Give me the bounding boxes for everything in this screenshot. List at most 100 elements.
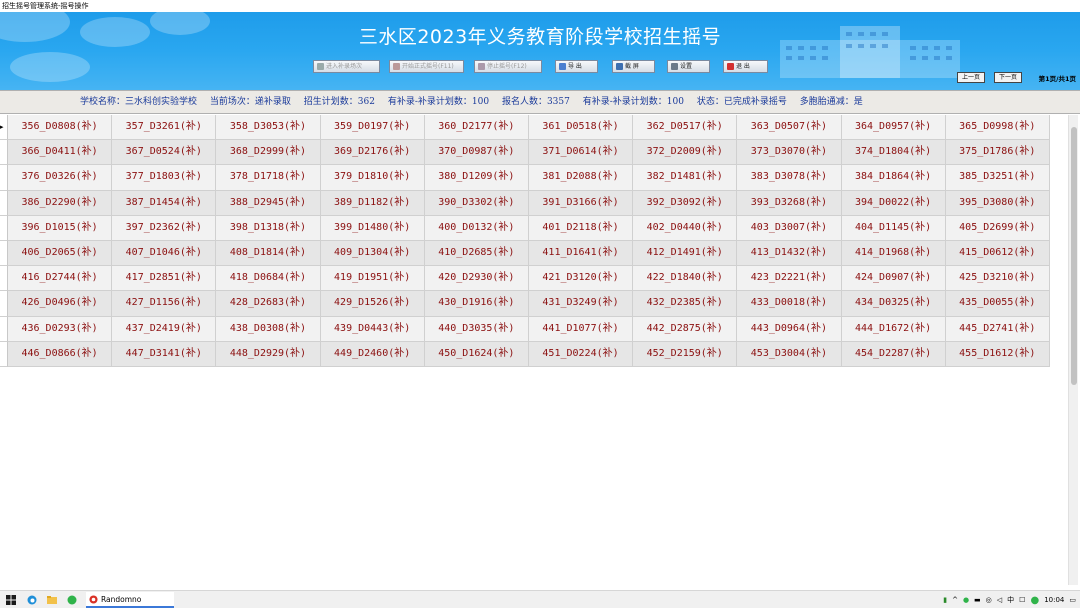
result-cell[interactable]: 371_D0614(补) [528, 140, 634, 166]
result-cell[interactable]: 357_D3261(补) [112, 115, 217, 141]
result-cell[interactable]: 373_D3070(补) [737, 140, 842, 166]
result-cell[interactable]: 409_D1304(补) [320, 240, 425, 267]
result-cell[interactable]: 403_D3007(补) [737, 215, 842, 241]
table-row[interactable]: 396_D1015(补) 397_D2362(补) 398_D1318(补) 399_… [0, 215, 1050, 241]
result-cell[interactable]: 377_D1803(补) [112, 165, 217, 191]
result-cell[interactable]: 387_D1454(补) [112, 190, 217, 216]
result-cell[interactable]: 364_D0957(补) [841, 115, 946, 141]
exit-button[interactable]: 退 出 [723, 60, 768, 73]
start-draw-button[interactable]: 开始正式摇号(F11) [389, 60, 464, 73]
wechat-icon[interactable] [67, 595, 77, 605]
chevron-up-icon[interactable]: ^ [952, 596, 958, 604]
result-cell[interactable]: 420_D2930(补) [424, 266, 529, 292]
result-cell[interactable]: 451_D0224(补) [528, 341, 634, 367]
result-cell[interactable]: 430_D1916(补) [424, 291, 529, 317]
enter-supplement-button[interactable]: 进入补录场次 [313, 60, 380, 73]
result-cell[interactable]: 433_D0018(补) [737, 291, 842, 317]
result-cell[interactable]: 428_D2683(补) [216, 291, 321, 317]
result-cell[interactable]: 439_D0443(补) [320, 316, 425, 342]
table-row[interactable]: 406_D2065(补) 407_D1046(补) 408_D1814(补) 409_… [0, 240, 1050, 267]
result-cell[interactable]: 453_D3004(补) [737, 341, 842, 367]
result-cell[interactable]: 388_D2945(补) [216, 190, 321, 216]
result-cell[interactable]: 427_D1156(补) [112, 291, 217, 317]
wechat-tray-icon[interactable]: ● [963, 596, 969, 604]
result-cell[interactable]: 415_D0612(补) [945, 240, 1050, 267]
result-cell[interactable]: 414_D1968(补) [841, 240, 946, 267]
result-cell[interactable]: 368_D2999(补) [216, 140, 321, 166]
result-cell[interactable]: 434_D0325(补) [841, 291, 946, 317]
result-cell[interactable]: 431_D3249(补) [528, 291, 634, 317]
result-cell[interactable]: 400_D0132(补) [424, 215, 529, 241]
table-row[interactable]: 416_D2744(补) 417_D2851(补) 418_D0684(补) 419_… [0, 266, 1050, 292]
result-cell[interactable]: 359_D0197(补) [320, 115, 425, 141]
status-circle-icon[interactable]: ● [1030, 595, 1039, 606]
result-cell[interactable]: 394_D0022(补) [841, 190, 946, 216]
result-cell[interactable]: 404_D1145(补) [841, 215, 946, 241]
result-cell[interactable]: 423_D2221(补) [737, 266, 842, 292]
result-cell[interactable]: 435_D0055(补) [945, 291, 1050, 317]
result-cell[interactable]: 441_D1077(补) [528, 316, 634, 342]
result-cell[interactable]: 378_D1718(补) [216, 165, 321, 191]
result-cell[interactable]: 425_D3210(补) [945, 266, 1050, 292]
result-cell[interactable]: 382_D1481(补) [633, 165, 738, 191]
table-row[interactable]: 376_D0326(补) 377_D1803(补) 378_D1718(补) 379_… [0, 165, 1050, 191]
row-selector[interactable] [0, 140, 8, 166]
result-cell[interactable]: 407_D1046(补) [112, 240, 217, 267]
result-cell[interactable]: 405_D2699(补) [945, 215, 1050, 241]
result-cell[interactable]: 413_D1432(补) [737, 240, 842, 267]
result-cell[interactable]: 369_D2176(补) [320, 140, 425, 166]
result-cell[interactable]: 417_D2851(补) [112, 266, 217, 292]
screenshot-button[interactable]: 截 屏 [612, 60, 655, 73]
result-cell[interactable]: 445_D2741(补) [945, 316, 1050, 342]
result-cell[interactable]: 385_D3251(补) [945, 165, 1050, 191]
taskbar-app-randomno[interactable]: Randomno [86, 592, 174, 608]
result-cell[interactable]: 410_D2685(补) [424, 240, 529, 267]
result-cell[interactable]: 438_D0308(补) [216, 316, 321, 342]
result-cell[interactable]: 356_D0808(补) [8, 115, 113, 141]
scrollbar-thumb[interactable] [1071, 127, 1077, 385]
row-selector[interactable] [0, 316, 8, 342]
result-cell[interactable]: 363_D0507(补) [737, 115, 842, 141]
result-cell[interactable]: 443_D0964(补) [737, 316, 842, 342]
result-cell[interactable]: 370_D0987(补) [424, 140, 529, 166]
result-cell[interactable]: 424_D0907(补) [841, 266, 946, 292]
row-selector[interactable] [0, 190, 8, 216]
result-cell[interactable]: 396_D1015(补) [8, 215, 113, 241]
vertical-scrollbar[interactable] [1068, 115, 1078, 585]
result-cell[interactable]: 442_D2875(补) [633, 316, 738, 342]
table-row[interactable]: 446_D0866(补) 447_D3141(补) 448_D2929(补) 449_… [0, 341, 1050, 367]
row-selector[interactable] [0, 240, 8, 267]
result-cell[interactable]: 422_D1840(补) [633, 266, 738, 292]
result-cell[interactable]: 365_D0998(补) [945, 115, 1050, 141]
result-cell[interactable]: 449_D2460(补) [320, 341, 425, 367]
ime-indicator[interactable]: 中 [1007, 595, 1014, 605]
result-cell[interactable]: 444_D1672(补) [841, 316, 946, 342]
result-cell[interactable]: 393_D3268(补) [737, 190, 842, 216]
result-cell[interactable]: 450_D1624(补) [424, 341, 529, 367]
result-cell[interactable]: 416_D2744(补) [8, 266, 113, 292]
result-cell[interactable]: 381_D2088(补) [528, 165, 634, 191]
edge-browser-icon[interactable] [27, 595, 37, 605]
result-cell[interactable]: 380_D1209(补) [424, 165, 529, 191]
volume-icon[interactable]: ◁ [997, 596, 1002, 604]
row-selector[interactable] [0, 215, 8, 241]
result-cell[interactable]: 358_D3053(补) [216, 115, 321, 141]
result-cell[interactable]: 395_D3080(补) [945, 190, 1050, 216]
row-selector[interactable] [0, 165, 8, 191]
result-cell[interactable]: 391_D3166(补) [528, 190, 634, 216]
result-cell[interactable]: 361_D0518(补) [528, 115, 634, 141]
result-cell[interactable]: 408_D1814(补) [216, 240, 321, 267]
row-selector[interactable] [0, 341, 8, 367]
result-cell[interactable]: 379_D1810(补) [320, 165, 425, 191]
result-cell[interactable]: 412_D1491(补) [633, 240, 738, 267]
table-row[interactable]: 436_D0293(补) 437_D2419(补) 438_D0308(补) 439_… [0, 316, 1050, 342]
result-cell[interactable]: 398_D1318(补) [216, 215, 321, 241]
row-selector[interactable] [0, 291, 8, 317]
result-cell[interactable]: 406_D2065(补) [8, 240, 113, 267]
result-cell[interactable]: 386_D2290(补) [8, 190, 113, 216]
result-cell[interactable]: 367_D0524(补) [112, 140, 217, 166]
table-row[interactable]: 426_D0496(补) 427_D1156(补) 428_D2683(补) 429_… [0, 291, 1050, 317]
result-cell[interactable]: 448_D2929(补) [216, 341, 321, 367]
windows-start-icon[interactable] [6, 595, 16, 605]
network-icon[interactable]: ▬ [974, 596, 981, 604]
